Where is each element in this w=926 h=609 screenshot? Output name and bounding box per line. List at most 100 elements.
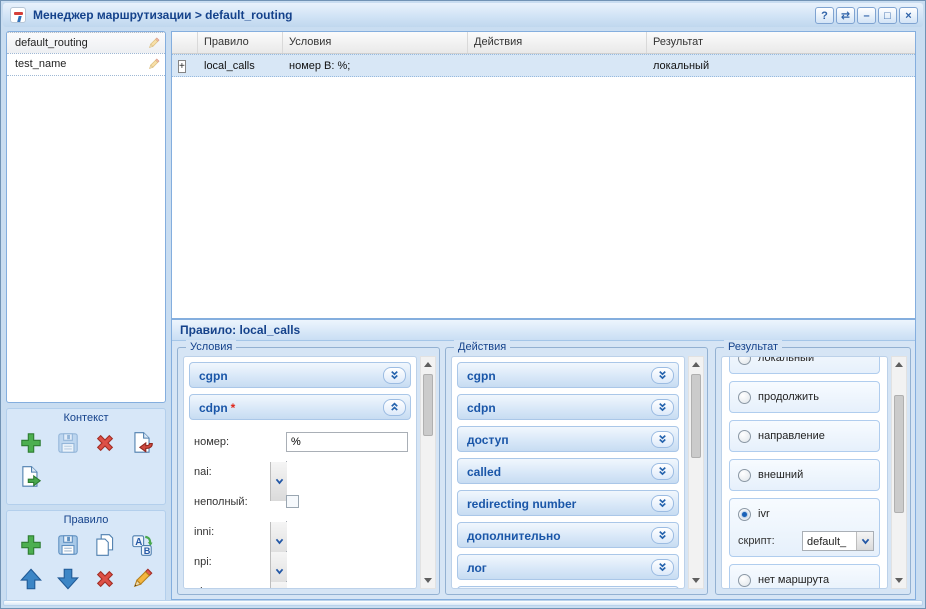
accordion-header-cgpn[interactable]: cgpn: [189, 362, 411, 388]
table-row[interactable]: +local_callsномер B: %;локальный: [172, 54, 915, 77]
rules-table: ПравилоУсловияДействияРезультат +local_c…: [171, 31, 916, 319]
scroll-down-icon[interactable]: [689, 573, 703, 588]
minimize-button[interactable]: –: [857, 7, 876, 24]
move-rule-up-button[interactable]: [12, 563, 49, 597]
incomplete-checkbox[interactable]: [286, 495, 299, 508]
save-context-button[interactable]: [49, 427, 86, 461]
result-option-локальный[interactable]: локальный: [729, 356, 880, 374]
scroll-down-icon[interactable]: [892, 573, 906, 588]
row-cell-conditions: номер B: %;: [283, 55, 468, 76]
column-header[interactable]: Результат: [647, 32, 915, 53]
result-scrollbar[interactable]: [891, 356, 907, 589]
accordion-header-прочие[interactable]: прочие: [457, 586, 679, 589]
accordion-label: cdpn: [467, 401, 496, 415]
ni-select[interactable]: [286, 581, 408, 589]
column-header[interactable]: [172, 32, 198, 53]
scroll-down-icon[interactable]: [421, 573, 435, 588]
form-row: inni:: [190, 517, 410, 547]
plus-icon: [18, 532, 44, 561]
accordion-label: cgpn: [467, 369, 496, 383]
conditions-scrollbar[interactable]: [420, 356, 436, 589]
rename-rule-button[interactable]: AB: [123, 529, 160, 563]
scroll-thumb[interactable]: [894, 395, 904, 513]
delete-context-button[interactable]: [86, 427, 123, 461]
expand-plus-icon[interactable]: +: [178, 60, 186, 73]
accordion-header-дополнительно[interactable]: дополнительно: [457, 522, 679, 548]
field-label: nai:: [194, 466, 212, 478]
conditions-fieldset: Условия cgpncdpn*номер:nai:неполный:inni…: [177, 347, 440, 595]
radio-button[interactable]: [738, 574, 751, 587]
radio-button[interactable]: [738, 356, 751, 365]
result-option-ivr[interactable]: ivrскрипт:default_: [729, 498, 880, 557]
rule-editor: Правило: local_calls Условия cgpncdpn*но…: [171, 319, 916, 600]
accordion-header-доступ[interactable]: доступ: [457, 426, 679, 452]
chevron-double-down-icon[interactable]: [651, 463, 674, 480]
chevron-double-down-icon[interactable]: [651, 367, 674, 384]
close-button[interactable]: ×: [899, 7, 918, 24]
rule-editor-title: Правило: local_calls: [172, 320, 915, 341]
edit-rule-button[interactable]: [123, 563, 160, 597]
help-button[interactable]: ?: [815, 7, 834, 24]
combo-arrow-icon[interactable]: [856, 532, 873, 550]
copy-rule-button[interactable]: [86, 529, 123, 563]
row-cell-actions: [468, 55, 647, 76]
row-cell-expander: +: [172, 55, 198, 76]
chevron-double-down-icon[interactable]: [651, 399, 674, 416]
radio-button[interactable]: [738, 469, 751, 482]
number-input[interactable]: [286, 432, 408, 452]
actions-scrollbar[interactable]: [688, 356, 704, 589]
context-list-item[interactable]: default_routing: [7, 32, 165, 54]
scroll-up-icon[interactable]: [689, 357, 703, 372]
chevron-double-down-icon[interactable]: [383, 367, 406, 384]
scroll-up-icon[interactable]: [892, 357, 906, 372]
delete-rule-button[interactable]: [86, 563, 123, 597]
result-option-внешний[interactable]: внешний: [729, 459, 880, 491]
copy-icon: [92, 532, 118, 561]
accordion-label: лог: [467, 561, 487, 575]
radio-button[interactable]: [738, 391, 751, 404]
chevron-double-down-icon[interactable]: [651, 431, 674, 448]
radio-button[interactable]: [738, 508, 751, 521]
chevron-double-down-icon[interactable]: [651, 495, 674, 512]
accordion-header-redirecting-number[interactable]: redirecting number: [457, 490, 679, 516]
chevron-double-up-icon[interactable]: [383, 399, 406, 416]
export-context-button[interactable]: [12, 461, 49, 495]
result-legend: Результат: [724, 340, 782, 354]
chevron-double-down-icon[interactable]: [651, 527, 674, 544]
titlebar: Менеджер маршрутизации > default_routing…: [3, 3, 923, 27]
form-row: npi:: [190, 547, 410, 577]
save-icon: [55, 430, 81, 459]
combo-arrow-icon[interactable]: [270, 582, 287, 589]
save-rule-button[interactable]: [49, 529, 86, 563]
import-context-button[interactable]: [123, 427, 160, 461]
accordion-header-cdpn[interactable]: cdpn*: [189, 394, 411, 420]
result-option-направление[interactable]: направление: [729, 420, 880, 452]
accordion-header-cgpn[interactable]: cgpn: [457, 362, 679, 388]
radio-button[interactable]: [738, 430, 751, 443]
window-title: Менеджер маршрутизации > default_routing: [33, 8, 292, 22]
form-row: номер:: [190, 427, 410, 457]
accordion-header-лог[interactable]: лог: [457, 554, 679, 580]
column-header[interactable]: Правило: [198, 32, 283, 53]
accordion-header-called[interactable]: called: [457, 458, 679, 484]
add-context-button[interactable]: [12, 427, 49, 461]
scroll-thumb[interactable]: [423, 374, 433, 436]
result-option-продолжить[interactable]: продолжить: [729, 381, 880, 413]
result-option-нет-маршрута[interactable]: нет маршрута: [729, 564, 880, 589]
rename-pencil-icon[interactable]: [146, 57, 161, 72]
column-header[interactable]: Условия: [283, 32, 468, 53]
rename-pencil-icon[interactable]: [146, 36, 161, 51]
column-header[interactable]: Действия: [468, 32, 647, 53]
maximize-button[interactable]: □: [878, 7, 897, 24]
context-panel-title: Контекст: [7, 409, 165, 424]
scroll-thumb[interactable]: [691, 374, 701, 458]
script-select[interactable]: default_: [802, 531, 874, 551]
scroll-up-icon[interactable]: [421, 357, 435, 372]
add-rule-button[interactable]: [12, 529, 49, 563]
chevron-double-down-icon[interactable]: [651, 559, 674, 576]
context-list-item[interactable]: test_name: [7, 54, 165, 76]
accordion-header-cdpn[interactable]: cdpn: [457, 394, 679, 420]
routing-manager-window: Менеджер маршрутизации > default_routing…: [0, 0, 926, 609]
move-rule-down-button[interactable]: [49, 563, 86, 597]
refresh-button[interactable]: ⇄: [836, 7, 855, 24]
